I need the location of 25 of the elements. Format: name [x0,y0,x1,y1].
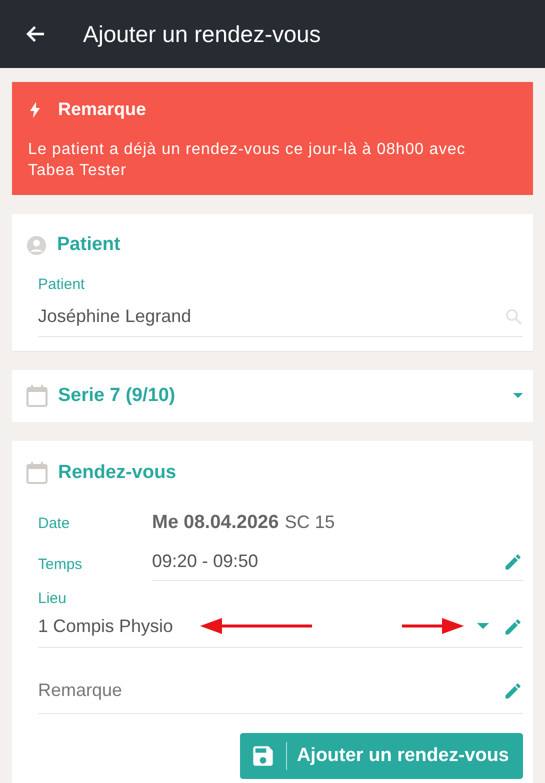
field-label: Lieu [38,590,68,607]
left-arrow-icon [200,618,312,634]
calendar-icon [26,461,48,485]
section-title: Rendez-vous [58,462,176,484]
right-arrow-icon [402,618,464,634]
dropdown-caret-icon[interactable] [477,623,489,630]
pencil-icon[interactable] [503,680,523,700]
banner-message: Le patient a déjà un rendez-vous ce jour-là à 08h00 avec Tabea Tester [28,140,466,181]
field-label: Patient [38,276,86,293]
remark-field[interactable]: Remarque [38,648,523,714]
person-icon [26,234,47,256]
calendar-icon [26,384,48,408]
screen-title: Ajouter un rendez-vous [83,20,321,48]
room-label: SC 15 [284,512,335,533]
field-label: Date [38,514,71,532]
pencil-icon[interactable] [503,552,523,572]
section-title: Patient [57,234,120,256]
banner-title: Remarque [58,99,146,120]
field-label: Temps [38,556,84,572]
pencil-icon[interactable] [503,616,523,636]
lightning-icon [30,102,40,118]
patient-field[interactable]: Joséphine Legrand [38,293,523,337]
location-field[interactable]: 1 Compis Physio [38,607,523,648]
time-field[interactable]: 09:20 - 09:50 [152,547,523,581]
date-value: Me 08.04.2026 [152,512,279,534]
